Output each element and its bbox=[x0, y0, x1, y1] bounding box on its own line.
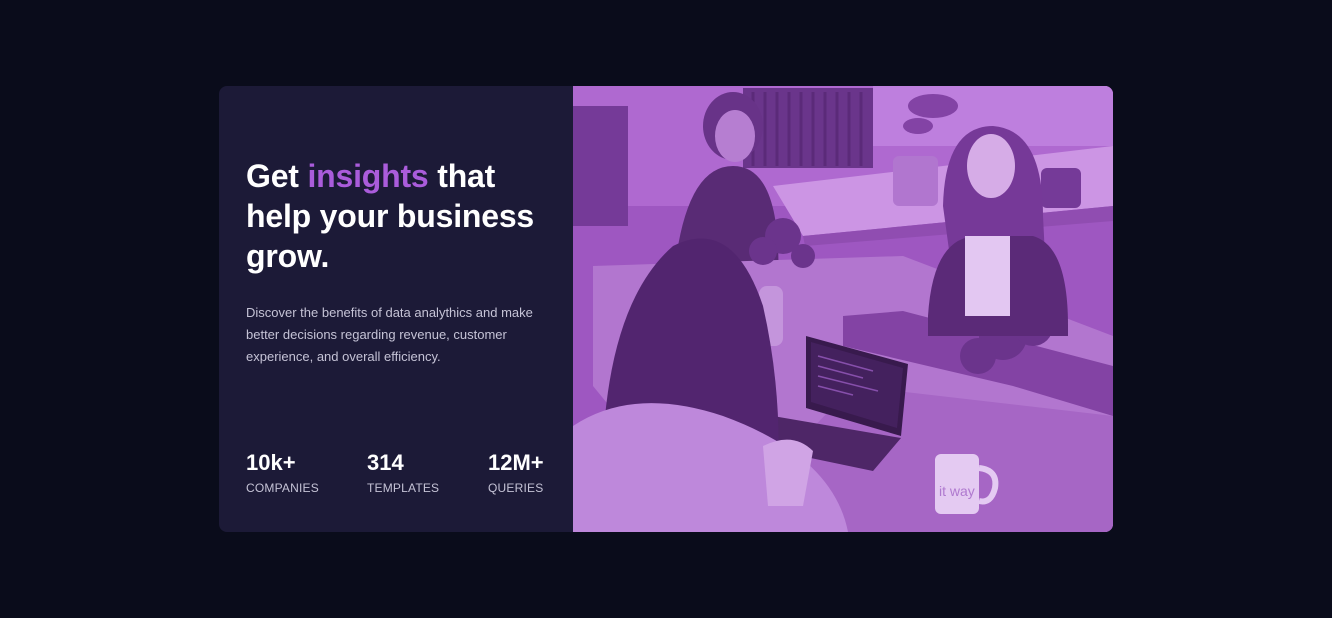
stat-templates: 314 TEMPLATES bbox=[367, 450, 488, 495]
description: Discover the benefits of data analythics… bbox=[246, 305, 533, 364]
headline-accent: insights bbox=[307, 158, 429, 194]
stat-label: COMPANIES bbox=[246, 481, 319, 495]
stats-row: 10k+ COMPANIES 314 TEMPLATES 12M+ QUERIE… bbox=[246, 450, 609, 495]
stat-value: 10k+ bbox=[246, 450, 296, 475]
card-content: Get insights that help your business gro… bbox=[219, 86, 573, 532]
office-photo-illustration: it way bbox=[573, 86, 1113, 532]
headline: Get insights that help your business gro… bbox=[246, 156, 556, 276]
stat-value: 314 bbox=[367, 450, 404, 475]
headline-start: Get bbox=[246, 158, 299, 194]
office-photo: it way bbox=[573, 86, 1113, 532]
stat-companies: 10k+ COMPANIES bbox=[246, 450, 367, 495]
stats-preview-card: Get insights that help your business gro… bbox=[219, 86, 1113, 532]
stat-label: TEMPLATES bbox=[367, 481, 440, 495]
